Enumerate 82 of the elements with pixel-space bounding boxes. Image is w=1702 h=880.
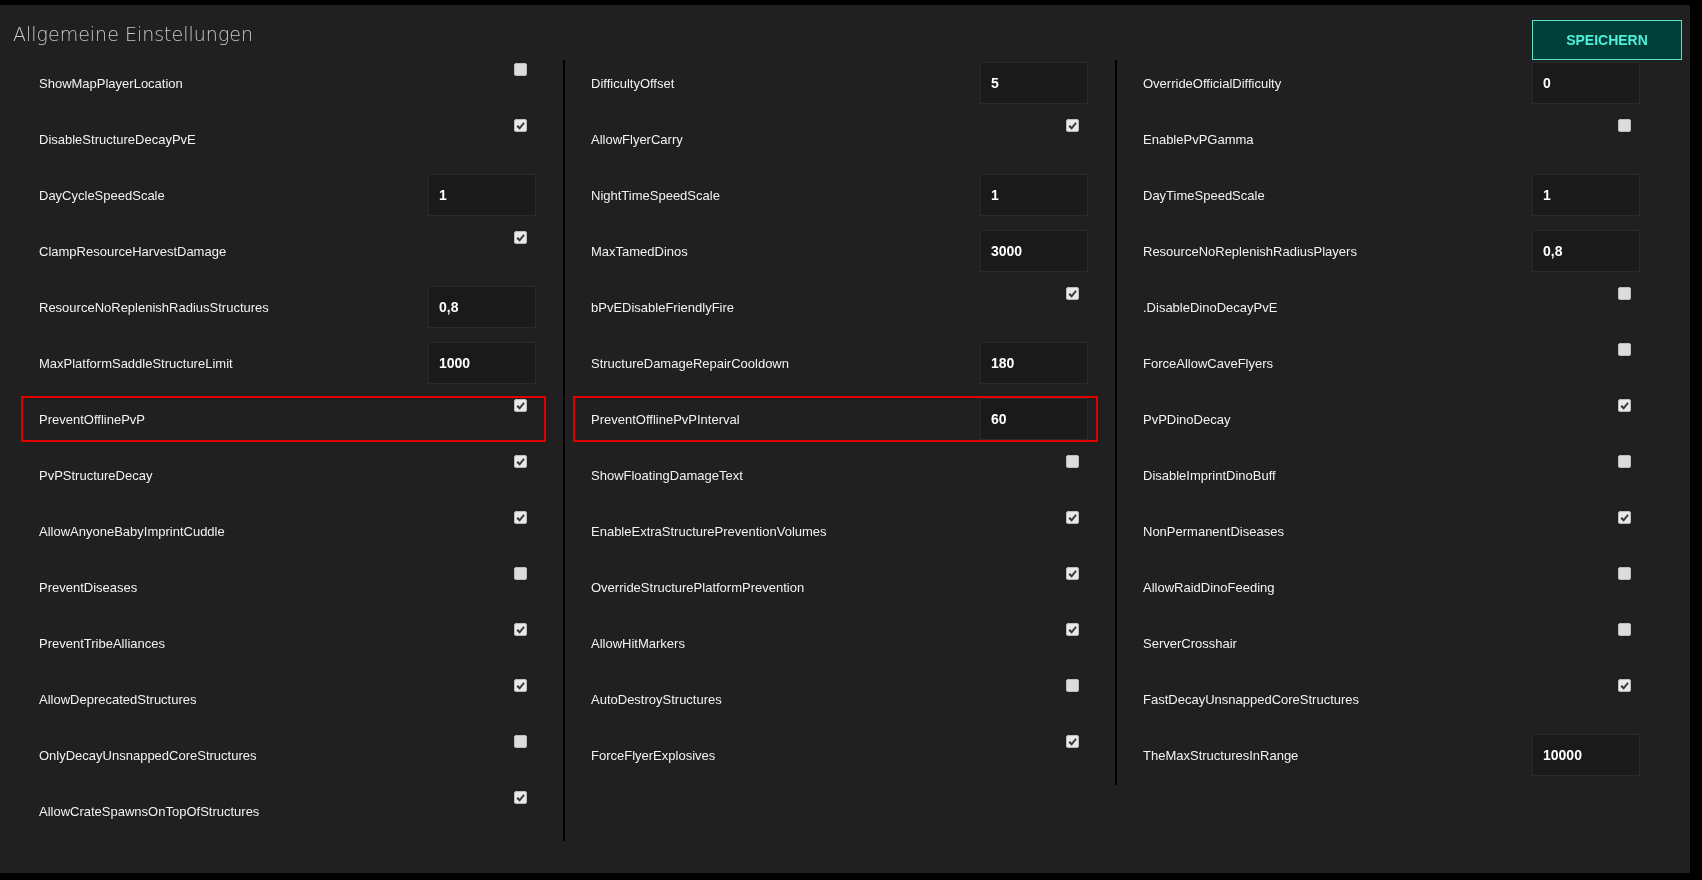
checkbox[interactable] <box>514 231 527 244</box>
number-field[interactable]: 0,8 <box>1532 230 1640 272</box>
setting-label: OverrideOfficialDifficulty <box>1143 75 1282 91</box>
setting-label: ServerCrosshair <box>1143 635 1237 651</box>
checkbox[interactable] <box>1618 287 1631 300</box>
checkbox[interactable] <box>514 623 527 636</box>
checkbox[interactable] <box>1066 735 1079 748</box>
setting-label: PreventOfflinePvP <box>39 411 145 427</box>
checkbox[interactable] <box>514 791 527 804</box>
setting-label: EnablePvPGamma <box>1143 131 1254 147</box>
setting-label: DifficultyOffset <box>591 75 675 91</box>
setting-label: DisableStructureDecayPvE <box>39 131 196 147</box>
setting-label: OverrideStructurePlatformPrevention <box>591 579 805 595</box>
checkbox[interactable] <box>514 511 527 524</box>
setting-label: DayCycleSpeedScale <box>39 187 165 203</box>
checkbox[interactable] <box>514 63 527 76</box>
setting-label: AutoDestroyStructures <box>591 691 722 707</box>
number-field[interactable]: 0 <box>1532 62 1640 104</box>
setting-label: bPvEDisableFriendlyFire <box>591 299 735 315</box>
setting-label: ResourceNoReplenishRadiusPlayers <box>1143 243 1357 259</box>
setting-label: PvPDinoDecay <box>1143 411 1231 427</box>
setting-label: AllowHitMarkers <box>591 635 685 651</box>
setting-label: NightTimeSpeedScale <box>591 187 720 203</box>
checkbox[interactable] <box>1066 287 1079 300</box>
save-button[interactable]: SPEICHERN <box>1532 20 1682 60</box>
checkbox[interactable] <box>1066 679 1079 692</box>
setting-label: PreventDiseases <box>39 579 138 595</box>
checkbox[interactable] <box>514 735 527 748</box>
number-field[interactable]: 0,8 <box>428 286 536 328</box>
setting-label: ForceAllowCaveFlyers <box>1143 355 1274 371</box>
checkbox[interactable] <box>1618 511 1631 524</box>
checkbox[interactable] <box>1066 511 1079 524</box>
setting-label: MaxTamedDinos <box>591 243 688 259</box>
checkbox[interactable] <box>1618 679 1631 692</box>
setting-label: ClampResourceHarvestDamage <box>39 243 227 259</box>
setting-label: FastDecayUnsnappedCoreStructures <box>1143 691 1360 707</box>
setting-label: StructureDamageRepairCooldown <box>591 355 789 371</box>
checkbox[interactable] <box>1618 567 1631 580</box>
number-field[interactable]: 1000 <box>428 342 536 384</box>
setting-label: OnlyDecayUnsnappedCoreStructures <box>39 747 257 763</box>
checkbox[interactable] <box>1618 399 1631 412</box>
setting-label: AllowDeprecatedStructures <box>39 691 197 707</box>
setting-label: NonPermanentDiseases <box>1143 523 1284 539</box>
setting-label: AllowFlyerCarry <box>591 131 683 147</box>
number-field[interactable]: 1 <box>980 174 1088 216</box>
setting-label: PreventTribeAlliances <box>39 635 165 651</box>
checkbox[interactable] <box>1618 455 1631 468</box>
setting-label: DisableImprintDinoBuff <box>1143 467 1276 483</box>
checkbox[interactable] <box>514 679 527 692</box>
checkbox[interactable] <box>514 455 527 468</box>
checkbox[interactable] <box>514 567 527 580</box>
setting-label: PvPStructureDecay <box>39 467 153 483</box>
number-field[interactable]: 180 <box>980 342 1088 384</box>
checkbox[interactable] <box>1066 119 1079 132</box>
checkbox[interactable] <box>1066 567 1079 580</box>
panel-title: Allgemeine Einstellungen <box>13 23 254 45</box>
setting-label: MaxPlatformSaddleStructureLimit <box>39 355 233 371</box>
setting-label: AllowCrateSpawnsOnTopOfStructures <box>39 803 260 819</box>
number-field[interactable]: 10000 <box>1532 734 1640 776</box>
setting-label: ShowFloatingDamageText <box>591 467 743 483</box>
number-field[interactable]: 1 <box>428 174 536 216</box>
setting-label: .DisableDinoDecayPvE <box>1143 299 1278 315</box>
setting-label: AllowAnyoneBabyImprintCuddle <box>39 523 225 539</box>
setting-label: AllowRaidDinoFeeding <box>1143 579 1275 595</box>
setting-label: DayTimeSpeedScale <box>1143 187 1265 203</box>
setting-label: PreventOfflinePvPInterval <box>591 411 740 427</box>
setting-label: TheMaxStructuresInRange <box>1143 747 1299 763</box>
checkbox[interactable] <box>514 119 527 132</box>
checkbox[interactable] <box>1066 623 1079 636</box>
number-field[interactable]: 1 <box>1532 174 1640 216</box>
checkbox[interactable] <box>1618 623 1631 636</box>
checkbox[interactable] <box>514 399 527 412</box>
setting-label: EnableExtraStructurePreventionVolumes <box>591 523 827 539</box>
checkbox[interactable] <box>1066 455 1079 468</box>
number-field[interactable]: 3000 <box>980 230 1088 272</box>
number-field[interactable]: 5 <box>980 62 1088 104</box>
setting-label: ShowMapPlayerLocation <box>39 75 183 91</box>
number-field[interactable]: 60 <box>980 398 1088 440</box>
setting-label: ResourceNoReplenishRadiusStructures <box>39 299 269 315</box>
checkbox[interactable] <box>1618 343 1631 356</box>
checkbox[interactable] <box>1618 119 1631 132</box>
setting-label: ForceFlyerExplosives <box>591 747 716 763</box>
